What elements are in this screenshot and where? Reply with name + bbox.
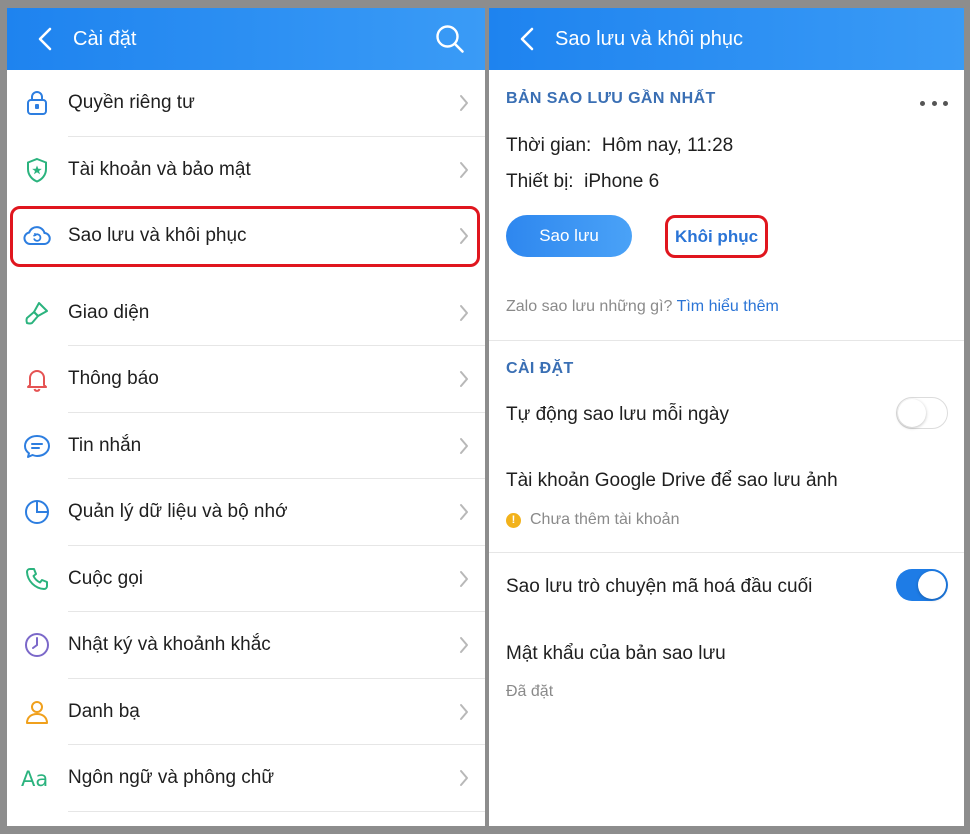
hint-text: Zalo sao lưu những gì? [506, 298, 673, 315]
chevron-left-icon [38, 27, 52, 51]
chevron-right-icon [457, 569, 471, 589]
menu-item-messages[interactable]: Tin nhắn [7, 413, 485, 479]
menu-item-backup[interactable]: Sao lưu và khôi phục [7, 203, 485, 270]
chevron-right-icon [457, 160, 471, 180]
menu-item-account[interactable]: Tài khoản và bảo mật [7, 137, 485, 204]
menu-item-notifications[interactable]: Thông báo [7, 346, 485, 413]
menu-item-theme[interactable]: Giao diện [7, 280, 485, 346]
menu-item-label: Tin nhắn [68, 434, 142, 456]
menu-item-label: Quyền riêng tư [68, 92, 195, 114]
menu-item-language[interactable]: Aa Ngôn ngữ và phông chữ [7, 745, 485, 812]
shield-icon [21, 154, 53, 186]
chevron-right-icon [457, 768, 471, 788]
person-icon [21, 696, 53, 728]
chevron-right-icon [457, 436, 471, 456]
latest-backup-section-title: BẢN SAO LƯU GẦN NHẤT [506, 90, 716, 107]
menu-item-label: Nhật ký và khoảnh khắc [68, 634, 271, 656]
divider [68, 810, 485, 812]
google-drive-status-text: Chưa thêm tài khoản [530, 511, 680, 528]
section-divider [489, 552, 964, 553]
menu-item-label: Thông báo [68, 368, 159, 390]
backup-time-label: Thời gian: [506, 135, 592, 156]
toggle-knob [898, 398, 926, 427]
menu-item-label: Ngôn ngữ và phông chữ [68, 767, 275, 789]
menu-item-contacts[interactable]: Danh bạ [7, 679, 485, 745]
more-options-button[interactable] [920, 96, 948, 110]
chevron-right-icon [457, 93, 471, 113]
settings-header: Cài đặt [7, 8, 485, 70]
menu-item-label: Quản lý dữ liệu và bộ nhớ [68, 501, 288, 523]
settings-menu: Quyền riêng tư Tài khoản và bảo mật Sao … [7, 70, 485, 812]
menu-item-privacy[interactable]: Quyền riêng tư [7, 70, 485, 137]
backup-time-row: Thời gian: Hôm nay, 11:28 [506, 135, 733, 157]
e2e-backup-label: Sao lưu trò chuyện mã hoá đầu cuối [506, 576, 813, 597]
chevron-right-icon [457, 369, 471, 389]
auto-backup-label: Tự động sao lưu mỗi ngày [506, 404, 729, 425]
settings-panel: Cài đặt Quyền riêng tư Tài khoản và bảo … [7, 8, 485, 826]
dot [920, 100, 925, 106]
learn-more-link[interactable]: Tìm hiểu thêm [677, 298, 779, 315]
pie-chart-icon [21, 496, 53, 528]
dot [943, 100, 948, 106]
chevron-right-icon [457, 303, 471, 323]
cloud-sync-icon [21, 220, 53, 252]
warning-icon: ! [506, 512, 521, 528]
page-title: Cài đặt [73, 27, 137, 50]
toggle-knob [918, 571, 946, 599]
backup-restore-panel: Sao lưu và khôi phục BẢN SAO LƯU GẦN NHẤ… [489, 8, 964, 826]
chevron-right-icon [457, 502, 471, 522]
menu-item-label: Giao diện [68, 301, 150, 323]
backup-device-value: iPhone 6 [584, 171, 660, 192]
chevron-left-icon [520, 27, 534, 51]
backup-info-hint: Zalo sao lưu những gì? Tìm hiểu thêm [506, 298, 779, 316]
backup-button[interactable]: Sao lưu [506, 215, 632, 257]
section-divider [489, 340, 964, 341]
chevron-right-icon [457, 702, 471, 722]
backup-device-row: Thiết bị: iPhone 6 [506, 171, 659, 193]
paintbrush-icon [21, 297, 53, 329]
clock-icon [21, 629, 53, 661]
settings-section-title: CÀI ĐẶT [506, 360, 574, 377]
chat-bubble-icon [21, 430, 53, 462]
google-drive-account-row[interactable]: Tài khoản Google Drive để sao lưu ảnh [506, 470, 838, 492]
phone-icon [21, 563, 53, 595]
back-button[interactable] [23, 17, 67, 61]
dot [931, 100, 937, 106]
menu-item-label: Danh bạ [68, 700, 140, 722]
menu-item-label: Tài khoản và bảo mật [68, 158, 251, 180]
menu-item-storage[interactable]: Quản lý dữ liệu và bộ nhớ [7, 479, 485, 546]
menu-item-label: Sao lưu và khôi phục [68, 225, 247, 247]
backup-time-value: Hôm nay, 11:28 [601, 135, 734, 156]
menu-item-label: Cuộc gọi [68, 567, 143, 589]
auto-backup-toggle[interactable] [896, 397, 948, 429]
font-aa-icon: Aa [21, 762, 53, 794]
backup-password-status: Đã đặt [506, 683, 554, 700]
bell-icon [21, 363, 53, 395]
menu-item-calls[interactable]: Cuộc gọi [7, 546, 485, 612]
e2e-backup-toggle[interactable] [896, 569, 948, 601]
backup-password-row[interactable]: Mật khẩu của bản sao lưu [506, 643, 726, 665]
svg-text:Aa: Aa [21, 767, 48, 791]
lock-icon [21, 87, 53, 119]
menu-item-timeline[interactable]: Nhật ký và khoảnh khắc [7, 612, 485, 679]
back-button[interactable] [505, 17, 549, 61]
search-icon [436, 25, 464, 53]
search-button[interactable] [429, 18, 471, 60]
page-title: Sao lưu và khôi phục [555, 27, 743, 50]
backup-device-label: Thiết bị: [506, 171, 574, 192]
restore-button[interactable]: Khôi phục [665, 215, 768, 258]
backup-header: Sao lưu và khôi phục [489, 8, 964, 70]
chevron-right-icon [457, 226, 471, 246]
chevron-right-icon [457, 635, 471, 655]
google-drive-status: ! Chưa thêm tài khoản [506, 511, 679, 529]
